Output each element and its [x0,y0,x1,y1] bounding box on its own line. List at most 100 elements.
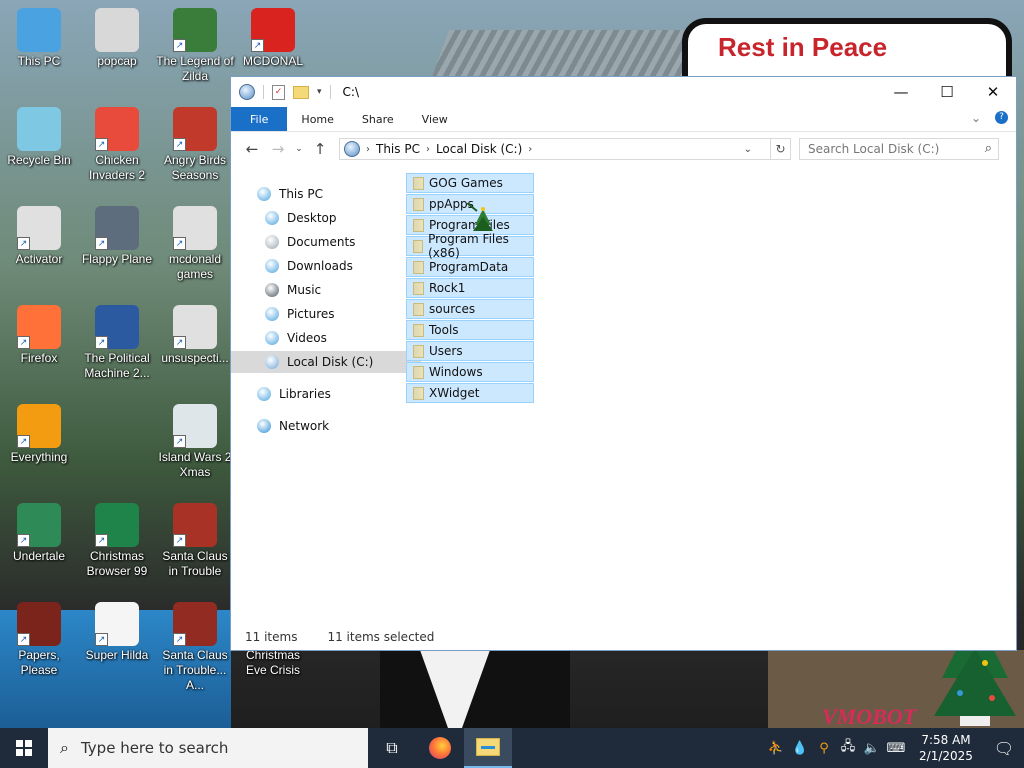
start-button[interactable] [0,728,48,768]
people-icon[interactable]: ⛹ [764,741,788,756]
file-row[interactable]: sources [406,299,534,319]
everything-tray-icon[interactable]: ⚲ [812,741,836,756]
desktop-icon[interactable]: ↗ Firefox [0,305,78,366]
notifications-icon[interactable]: 🗨 [984,739,1024,758]
folder-icon [413,197,424,211]
desktop-icon[interactable]: ↗ Everything [0,404,78,465]
back-button[interactable]: ← [239,140,265,158]
nav-item[interactable]: Local Disk (C:) [231,351,421,373]
app-icon: ↗ [173,107,217,151]
maximize-button[interactable]: ☐ [924,77,970,107]
window-controls: — ☐ ✕ [878,77,1016,107]
address-bar[interactable]: › This PC › Local Disk (C:) › ⌄ [339,138,771,160]
nav-item[interactable]: Documents [265,231,355,253]
file-row[interactable]: Program Files (x86) [406,232,534,260]
nav-item-label: Libraries [279,387,331,401]
tab-view[interactable]: View [408,107,462,131]
title-bar[interactable]: ✓ ▾ C:\ — ☐ ✕ [231,77,1016,107]
address-dropdown-icon[interactable]: ⌄ [744,144,752,155]
recent-locations-icon[interactable]: ⌄ [291,144,307,154]
desktop-icon-label: mcdonald games [168,252,222,281]
tab-share[interactable]: Share [348,107,408,131]
desktop-icon[interactable]: popcap [78,8,156,69]
file-row[interactable]: Rock1 [406,278,534,298]
desktop-icon[interactable]: ↗ Super Hilda [78,602,156,663]
clock-date: 2/1/2025 [919,749,973,763]
desktop-icon[interactable]: ↗ unsuspecti... [156,305,234,366]
taskbar-search-input[interactable]: Type here to search [81,739,228,757]
help-icon[interactable]: ? [995,111,1008,124]
nav-item[interactable]: Pictures [265,303,335,325]
expand-ribbon-icon[interactable]: ⌄ [971,111,981,125]
clock-time: 7:58 AM [921,733,971,747]
forward-button[interactable]: → [265,140,291,158]
explorer-app-icon[interactable] [239,84,255,100]
nav-item[interactable]: Desktop [265,207,337,229]
shortcut-arrow-icon: ↗ [17,435,30,448]
nav-item[interactable]: This PC [257,183,323,205]
clock[interactable]: 7:58 AM 2/1/2025 [908,732,984,764]
desktop-icon[interactable]: ↗ Chicken Invaders 2 [78,107,156,183]
desktop-icon-label: MCDONAL [242,54,303,68]
task-view-icon[interactable]: ⧉ [368,728,416,768]
search-box[interactable]: Search Local Disk (C:) ⌕ [799,138,999,160]
breadcrumb-this-pc[interactable]: This PC [376,142,420,156]
file-row[interactable]: ProgramData [406,257,534,277]
desktop-icon[interactable]: ↗ mcdonald games [156,206,234,282]
file-row[interactable]: Users [406,341,534,361]
file-row[interactable]: GOG Games [406,173,534,193]
status-bar: 11 items 11 items selected [231,624,1016,650]
nav-item[interactable]: Libraries [257,383,331,405]
file-name: Windows [429,365,483,379]
desktop-icon[interactable]: ↗ Undertale [0,503,78,564]
shortcut-arrow-icon: ↗ [95,633,108,646]
taskbar-search-box[interactable]: ⌕ Type here to search [48,728,368,768]
desktop-icon[interactable]: ↗ Papers, Please [0,602,78,678]
desktop-icon[interactable]: ↗ Activator [0,206,78,267]
nav-item-icon [257,187,271,201]
firefox-taskbar-icon[interactable] [416,728,464,768]
network-icon[interactable]: 🖧 [836,737,860,759]
keyboard-icon[interactable]: ⌨ [884,741,908,756]
desktop-icon[interactable]: ↗ Christmas Browser 99 [78,503,156,579]
droplet-icon[interactable]: 💧 [788,741,812,756]
desktop-icon-label: The Legend of Zilda [156,54,234,83]
desktop-icon[interactable]: ↗ Flappy Plane [78,206,156,267]
close-button[interactable]: ✕ [970,77,1016,107]
app-icon: ↗ [173,602,217,646]
file-row[interactable]: Tools [406,320,534,340]
desktop-icon[interactable]: This PC [0,8,78,69]
shortcut-arrow-icon: ↗ [95,237,108,250]
refresh-button[interactable]: ↻ [771,138,791,160]
folder-icon [413,239,424,253]
desktop-icon[interactable]: ↗ Angry Birds Seasons [156,107,234,183]
search-input[interactable]: Search Local Disk (C:) [808,142,939,156]
breadcrumb-local-disk[interactable]: Local Disk (C:) [436,142,522,156]
desktop-icon[interactable]: ↗ The Legend of Zilda [156,8,234,84]
nav-item[interactable]: Downloads [265,255,353,277]
file-row[interactable]: XWidget [406,383,534,403]
shortcut-arrow-icon: ↗ [173,237,186,250]
customize-dropdown-icon[interactable]: ▾ [317,87,322,97]
up-button[interactable]: ↑ [307,140,333,158]
minimize-button[interactable]: — [878,77,924,107]
file-row[interactable]: Windows [406,362,534,382]
tab-file[interactable]: File [231,107,288,131]
new-folder-icon[interactable] [293,85,309,99]
nav-item[interactable]: Videos [265,327,327,349]
volume-icon[interactable]: 🔈 [860,741,884,756]
file-explorer-taskbar-icon[interactable] [464,728,512,768]
app-icon: ↗ [173,8,217,52]
desktop-icon[interactable]: ↗ Island Wars 2 Xmas [156,404,234,480]
properties-icon[interactable]: ✓ [272,84,285,100]
app-icon [95,8,139,52]
desktop-icon[interactable]: ↗ MCDONAL [234,8,312,69]
file-explorer-window[interactable]: ✓ ▾ C:\ — ☐ ✕ File Home Share View ⌄ ? ←… [231,77,1016,650]
desktop-icon[interactable]: ↗ Santa Claus in Trouble [156,503,234,579]
tab-home[interactable]: Home [287,107,347,131]
desktop-icon[interactable]: Recycle Bin [0,107,78,168]
nav-item[interactable]: Network [257,415,329,437]
desktop-icon[interactable]: ↗ The Political Machine 2... [78,305,156,381]
nav-item[interactable]: Music [265,279,321,301]
desktop-icon[interactable]: ↗ Santa Claus in Trouble... A... [156,602,234,693]
